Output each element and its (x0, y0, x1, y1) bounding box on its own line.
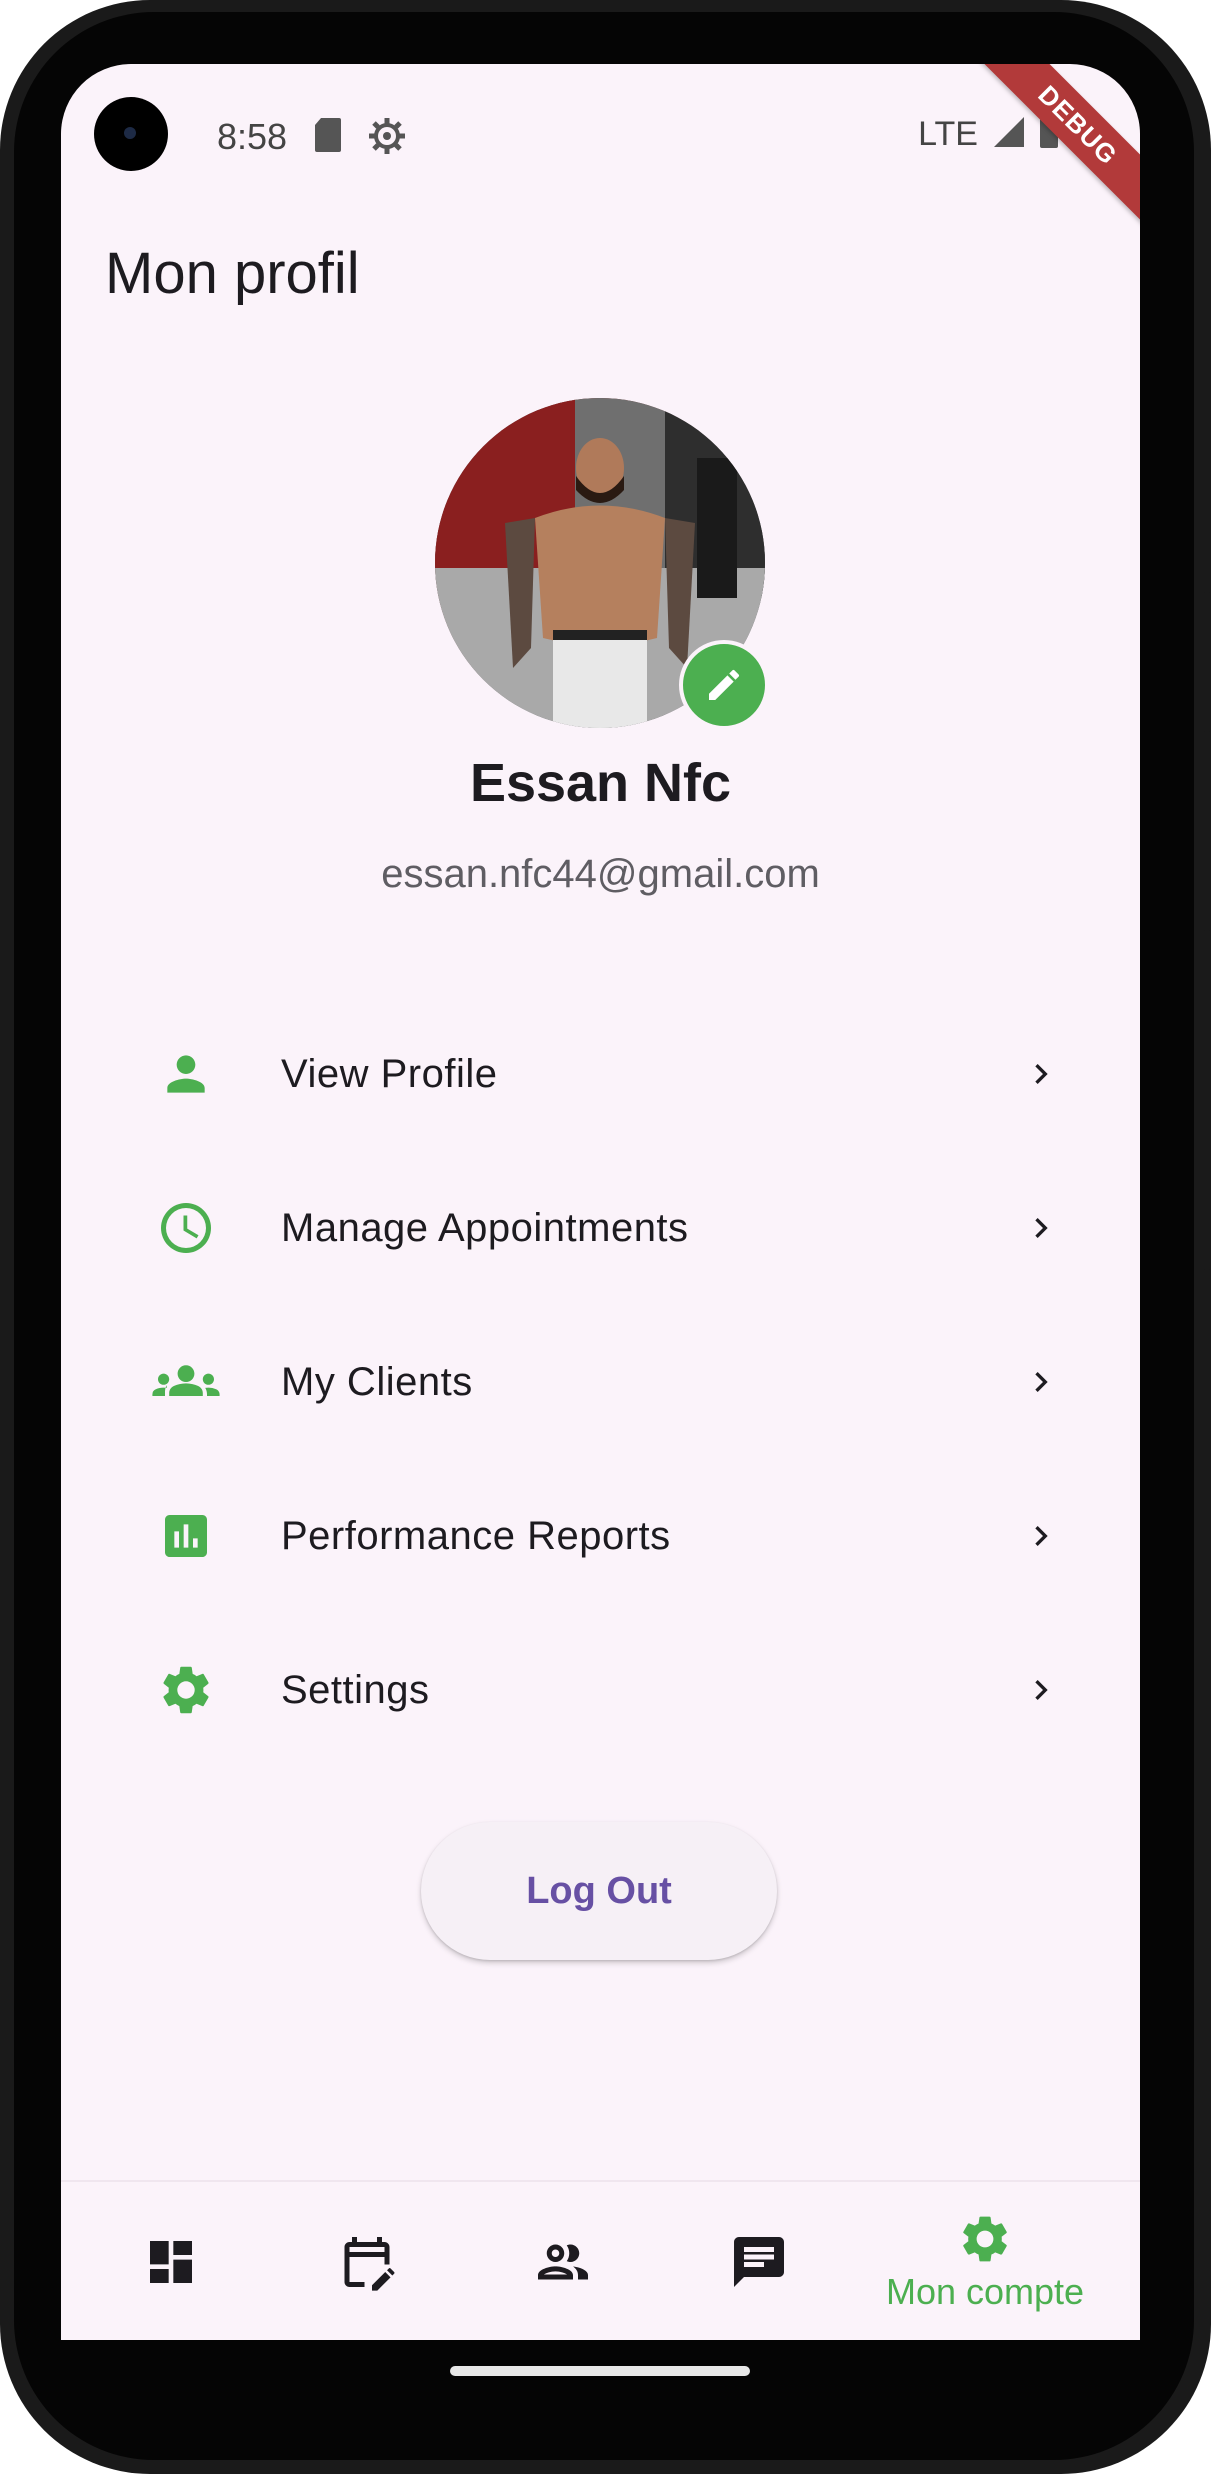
nav-people[interactable] (513, 2182, 613, 2340)
settings-status-icon (367, 116, 407, 161)
menu-item-label: View Profile (281, 1051, 498, 1096)
edit-avatar-button[interactable] (679, 640, 769, 730)
nav-messages[interactable] (709, 2182, 809, 2340)
chevron-right-icon (1011, 1362, 1071, 1402)
gear-icon (963, 2216, 1007, 2262)
avatar-container[interactable] (435, 398, 769, 730)
nav-calendar[interactable] (317, 2182, 417, 2340)
screen: 8:58 LTE DEBUG Mon profil Essan Nfc essa… (61, 64, 1140, 2340)
nav-mon-compte[interactable]: Mon compte (875, 2182, 1095, 2340)
nav-label: Mon compte (885, 2271, 1085, 2312)
menu-item-label: My Clients (281, 1359, 473, 1404)
menu-item-label: Manage Appointments (281, 1205, 689, 1250)
user-email: essan.nfc44@gmail.com (381, 852, 820, 896)
menu-item-label: Settings (281, 1667, 430, 1712)
bottom-navigation: Mon compte (61, 2180, 1140, 2340)
group-icon (131, 1354, 241, 1410)
menu-item-manage-appointments[interactable]: Manage Appointments (131, 1168, 1071, 1288)
nav-dashboard[interactable] (121, 2182, 221, 2340)
clock-icon (131, 1198, 241, 1258)
pencil-icon (709, 669, 740, 700)
status-time: 8:58 (217, 116, 288, 157)
power-button (1202, 930, 1211, 1270)
people-icon (538, 2244, 588, 2280)
menu-item-performance-reports[interactable]: Performance Reports (131, 1476, 1071, 1596)
front-camera (94, 97, 168, 171)
user-name: Essan Nfc (469, 753, 732, 813)
sd-card-icon (313, 116, 343, 159)
gear-icon (131, 1661, 241, 1719)
menu-item-my-clients[interactable]: My Clients (131, 1322, 1071, 1442)
home-indicator[interactable] (450, 2366, 750, 2376)
chevron-right-icon (1011, 1208, 1071, 1248)
phone-frame: 8:58 LTE DEBUG Mon profil Essan Nfc essa… (0, 0, 1211, 2474)
status-right-group: LTE (918, 114, 1060, 155)
dashboard-icon (150, 2241, 192, 2283)
logout-button[interactable]: Log Out (421, 1822, 777, 1960)
menu-item-view-profile[interactable]: View Profile (131, 1014, 1071, 1134)
page-title: Mon profil (105, 241, 360, 306)
chat-icon (734, 2237, 784, 2287)
calendar-edit-icon (344, 2237, 395, 2291)
network-type: LTE (918, 115, 978, 153)
chevron-right-icon (1011, 1054, 1071, 1094)
chevron-right-icon (1011, 1516, 1071, 1556)
bar-chart-icon (131, 1508, 241, 1564)
person-icon (131, 1046, 241, 1102)
signal-icon (990, 115, 1026, 154)
chevron-right-icon (1011, 1670, 1071, 1710)
menu-item-label: Performance Reports (281, 1513, 671, 1558)
volume-button (1202, 592, 1211, 732)
menu-item-settings[interactable]: Settings (131, 1630, 1071, 1750)
